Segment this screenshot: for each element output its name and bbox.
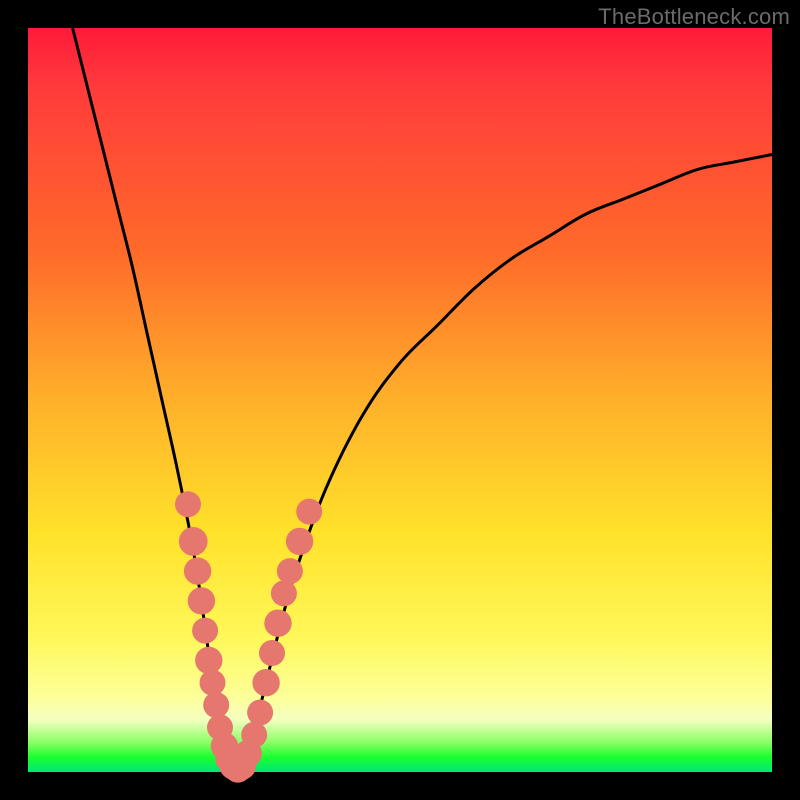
data-dot — [200, 670, 226, 696]
data-dot — [241, 722, 267, 748]
data-dot — [277, 558, 303, 584]
chart-svg — [28, 28, 772, 772]
watermark-text: TheBottleneck.com — [598, 4, 790, 30]
data-dot — [252, 669, 279, 696]
data-dot — [259, 640, 285, 666]
data-dot — [271, 580, 297, 606]
data-dot — [296, 499, 322, 525]
data-dot — [286, 528, 313, 555]
plot-area — [28, 28, 772, 772]
data-dot — [188, 587, 215, 614]
bottleneck-curve — [73, 28, 772, 772]
data-dot — [192, 618, 218, 644]
chart-frame: TheBottleneck.com — [0, 0, 800, 800]
data-dot — [203, 692, 229, 718]
data-dot — [175, 491, 201, 517]
data-dot — [179, 527, 208, 556]
data-dot — [264, 610, 291, 637]
data-dot — [184, 557, 211, 584]
data-dot — [195, 647, 222, 674]
data-dot — [247, 700, 273, 726]
data-dots — [175, 491, 322, 783]
